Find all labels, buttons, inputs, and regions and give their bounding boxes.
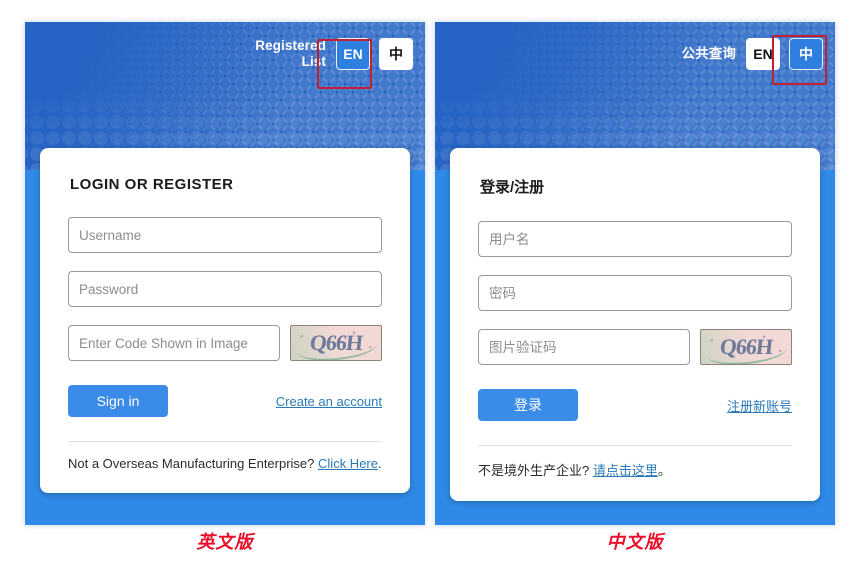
captcha-code-text-en: Q66H: [308, 330, 364, 355]
create-account-link-en[interactable]: Create an account: [276, 394, 382, 409]
caption-chinese-version: 中文版: [606, 532, 664, 552]
password-input-en[interactable]: [68, 271, 382, 307]
header-bar-en: Registered List EN 中: [248, 38, 413, 70]
lang-button-en[interactable]: EN: [336, 38, 370, 70]
card-actions-en: Sign in Create an account: [68, 385, 382, 417]
click-here-link-zh[interactable]: 请点击这里: [593, 463, 658, 478]
sign-in-button-zh[interactable]: 登录: [478, 389, 578, 421]
captcha-code-text-zh: Q66H: [718, 334, 774, 359]
language-switcher-zh: EN 中: [746, 38, 823, 70]
sign-in-button-en[interactable]: Sign in: [68, 385, 168, 417]
login-card-title-zh: 登录/注册: [480, 179, 545, 196]
chinese-login-panel: 公共查询 EN 中 登录/注册 Q66H 登录 注册新账号: [435, 22, 835, 525]
username-input-en[interactable]: [68, 217, 382, 253]
card-divider-zh: [478, 445, 792, 446]
header-bar-zh: 公共查询 EN 中: [682, 38, 823, 70]
card-footer-suffix-zh: 。: [657, 463, 671, 478]
card-divider-en: [68, 441, 382, 442]
card-actions-zh: 登录 注册新账号: [478, 389, 792, 421]
captcha-row-en: Q66H: [68, 325, 382, 361]
caption-english-version: 英文版: [196, 532, 254, 552]
username-input-zh[interactable]: [478, 221, 792, 257]
captcha-image-zh[interactable]: Q66H: [700, 329, 792, 365]
card-footer-text-en: Not a Overseas Manufacturing Enterprise?: [68, 456, 315, 471]
card-footer-zh: 不是境外生产企业? 请点击这里。: [478, 460, 792, 479]
lang-button-zh[interactable]: 中: [379, 38, 413, 70]
lang-button-en[interactable]: EN: [746, 38, 780, 70]
header-title-zh: 公共查询: [681, 46, 736, 62]
login-card-title-en: LOGIN OR REGISTER: [70, 176, 234, 193]
card-footer-text-zh: 不是境外生产企业?: [478, 463, 590, 478]
english-login-panel: Registered List EN 中 LOGIN OR REGISTER Q…: [25, 22, 425, 525]
click-here-link-en[interactable]: Click Here: [318, 456, 378, 471]
captcha-row-zh: Q66H: [478, 329, 792, 365]
login-card-en: LOGIN OR REGISTER Q66H Sign in Create an…: [40, 148, 410, 493]
password-input-zh[interactable]: [478, 275, 792, 311]
screenshot-canvas: Registered List EN 中 LOGIN OR REGISTER Q…: [0, 0, 864, 577]
captcha-image-en[interactable]: Q66H: [290, 325, 382, 361]
captcha-input-zh[interactable]: [478, 329, 690, 365]
card-footer-en: Not a Overseas Manufacturing Enterprise?…: [68, 456, 382, 471]
card-footer-suffix-en: .: [378, 456, 382, 471]
header-title-en: Registered List: [255, 38, 326, 69]
lang-button-zh[interactable]: 中: [789, 38, 823, 70]
create-account-link-zh[interactable]: 注册新账号: [727, 396, 792, 415]
captcha-input-en[interactable]: [68, 325, 280, 361]
login-card-zh: 登录/注册 Q66H 登录 注册新账号 不是境外生产企业? 请点击这里。: [450, 148, 820, 501]
language-switcher-en: EN 中: [336, 38, 413, 70]
